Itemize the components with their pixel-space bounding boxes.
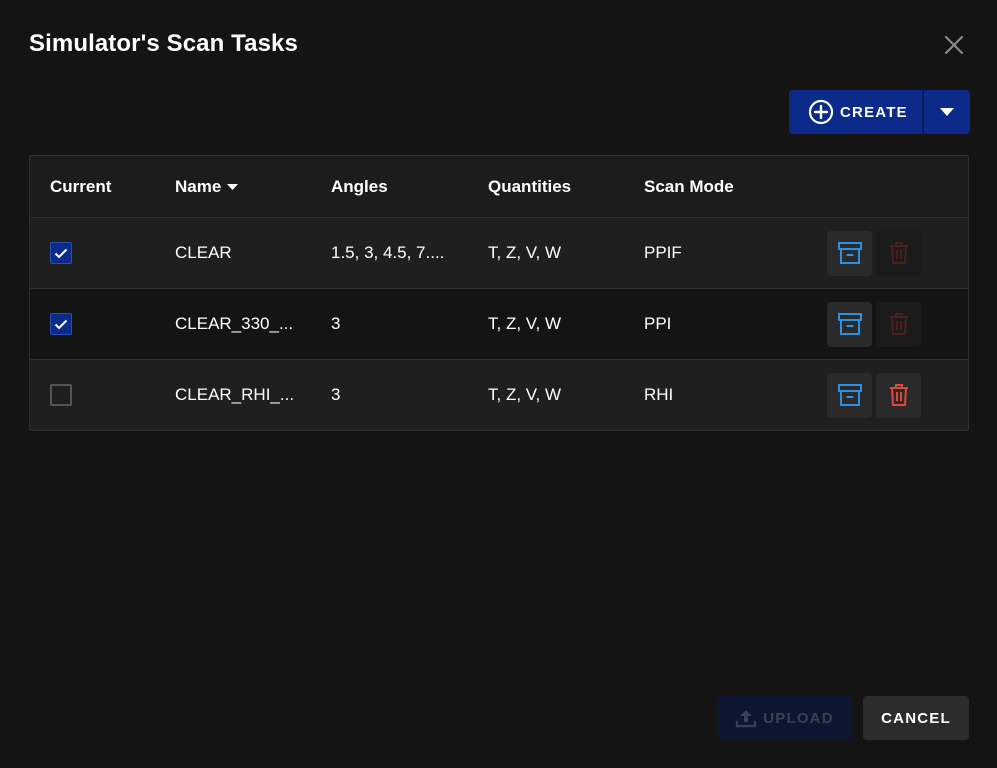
- create-button[interactable]: CREATE: [789, 90, 922, 134]
- quantities-cell: T, Z, V, W: [488, 314, 562, 333]
- quantities-cell: T, Z, V, W: [488, 385, 562, 404]
- table-header-row: Current Name Angles Quantities Scan Mode: [30, 156, 968, 217]
- close-button[interactable]: [940, 31, 968, 59]
- upload-button[interactable]: UPLOAD: [717, 696, 852, 740]
- column-header-name[interactable]: Name: [175, 156, 239, 217]
- column-header-scan-mode: Scan Mode: [644, 176, 734, 196]
- caret-down-icon: [940, 108, 954, 116]
- scan-mode-cell: RHI: [644, 385, 674, 404]
- column-header-name-label: Name: [175, 176, 222, 196]
- create-button-label: CREATE: [840, 103, 908, 121]
- actions-cell: [827, 360, 921, 430]
- name-cell: CLEAR_330_...: [175, 314, 294, 333]
- current-checkbox[interactable]: [50, 313, 72, 335]
- name-cell: CLEAR_RHI_...: [175, 385, 295, 404]
- cancel-button[interactable]: CANCEL: [863, 696, 969, 740]
- scan-tasks-dialog: Simulator's Scan Tasks CREATE Current Na…: [0, 0, 997, 768]
- archive-icon: [837, 313, 862, 335]
- check-icon: [54, 248, 68, 258]
- column-header-current: Current: [50, 176, 112, 196]
- sort-desc-icon: [227, 183, 239, 190]
- trash-icon: [889, 384, 908, 406]
- delete-button[interactable]: [876, 372, 921, 418]
- plus-circle-icon: [808, 99, 834, 125]
- dialog-title: Simulator's Scan Tasks: [29, 30, 298, 57]
- delete-button[interactable]: [876, 301, 921, 347]
- table-row[interactable]: CLEAR 1.5, 3, 4.5, 7.... T, Z, V, W PPIF: [30, 217, 968, 288]
- angles-cell: 3: [331, 385, 341, 404]
- angles-cell: 1.5, 3, 4.5, 7....: [331, 243, 445, 262]
- column-header-quantities: Quantities: [488, 176, 572, 196]
- create-menu-button[interactable]: [924, 90, 970, 134]
- column-header-angles: Angles: [331, 176, 388, 196]
- archive-button[interactable]: [827, 230, 872, 276]
- table-row[interactable]: CLEAR_330_... 3 T, Z, V, W PPI: [30, 288, 968, 359]
- scan-mode-cell: PPI: [644, 314, 672, 333]
- current-checkbox[interactable]: [50, 384, 72, 406]
- trash-icon: [889, 242, 908, 264]
- current-cell: [50, 360, 72, 430]
- upload-icon: [736, 710, 757, 728]
- archive-button[interactable]: [827, 301, 872, 347]
- delete-button[interactable]: [876, 230, 921, 276]
- current-cell: [50, 289, 72, 359]
- archive-icon: [837, 384, 862, 406]
- close-icon: [944, 35, 964, 55]
- quantities-cell: T, Z, V, W: [488, 243, 562, 262]
- create-split-button: CREATE: [789, 90, 970, 134]
- name-cell: CLEAR: [175, 243, 232, 262]
- check-icon: [54, 319, 68, 329]
- current-checkbox[interactable]: [50, 242, 72, 264]
- table-row[interactable]: CLEAR_RHI_... 3 T, Z, V, W RHI: [30, 359, 968, 430]
- angles-cell: 3: [331, 314, 341, 333]
- current-cell: [50, 218, 72, 288]
- actions-cell: [827, 218, 921, 288]
- archive-icon: [837, 242, 862, 264]
- scan-tasks-table: Current Name Angles Quantities Scan Mode…: [29, 155, 969, 431]
- trash-icon: [889, 313, 908, 335]
- archive-button[interactable]: [827, 372, 872, 418]
- scan-mode-cell: PPIF: [644, 243, 682, 262]
- actions-cell: [827, 289, 921, 359]
- upload-button-label: UPLOAD: [763, 709, 834, 727]
